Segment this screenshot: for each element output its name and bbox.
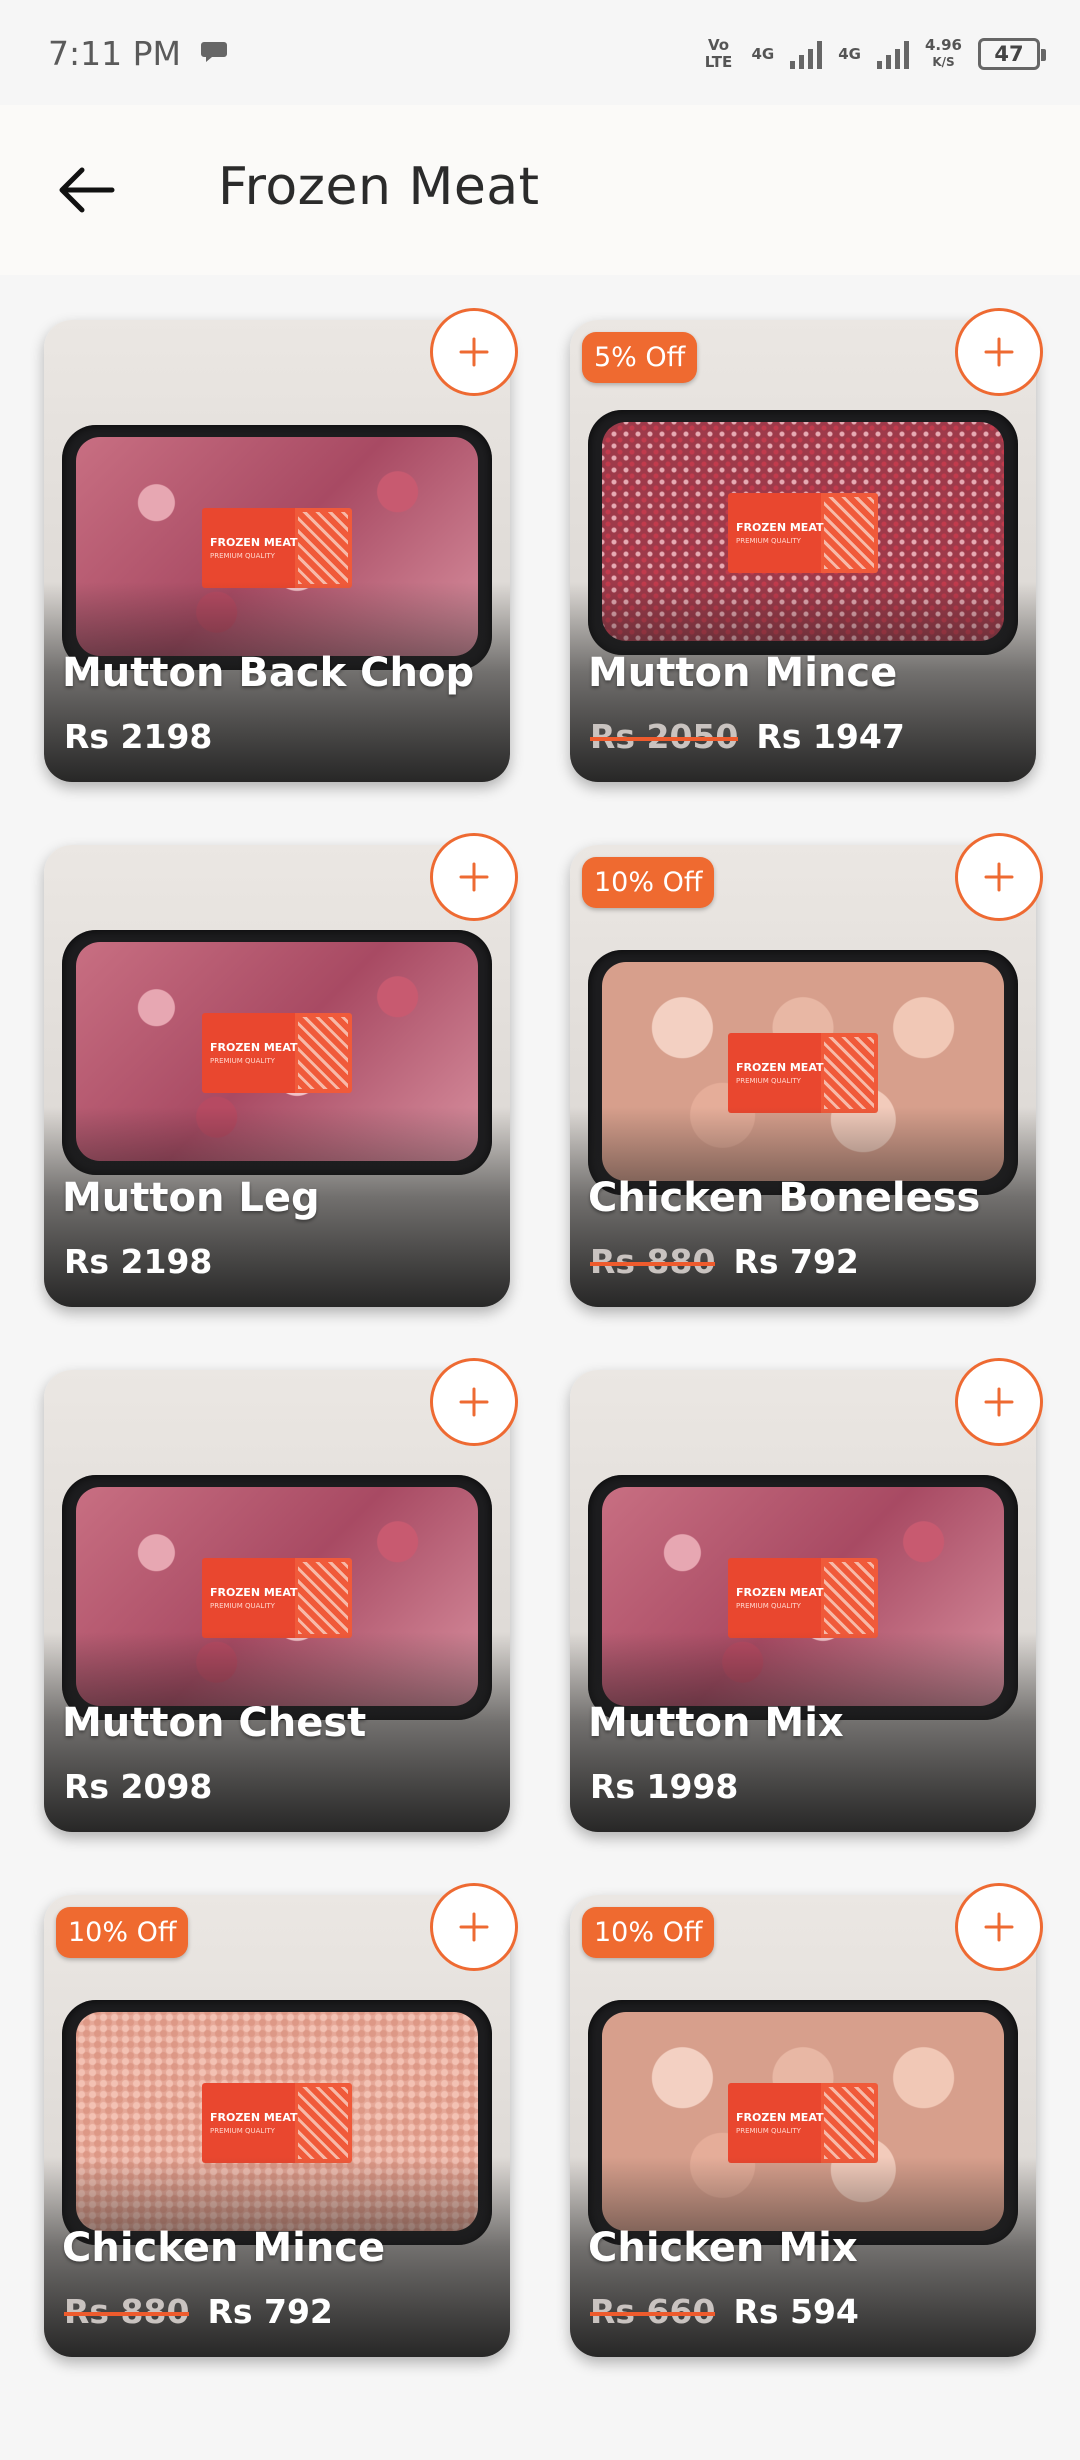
plus-icon — [984, 337, 1014, 367]
plus-icon — [459, 1912, 489, 1942]
add-to-cart-button[interactable] — [430, 833, 518, 921]
battery-icon: 47 — [978, 38, 1046, 70]
discount-badge: 5% Off — [582, 332, 698, 383]
product-name: Chicken Mix — [588, 2225, 858, 2271]
product-name: Mutton Mix — [588, 1700, 844, 1746]
app-bar: Frozen Meat — [0, 105, 1080, 275]
price-row: Rs 660 Rs 594 — [590, 2292, 859, 2331]
plus-icon — [984, 862, 1014, 892]
plus-icon — [459, 337, 489, 367]
add-to-cart-button[interactable] — [955, 1358, 1043, 1446]
network-speed: 4.96 K/S — [925, 37, 962, 71]
price-row: Rs 2098 — [64, 1767, 212, 1806]
back-arrow-icon[interactable] — [50, 160, 120, 220]
status-icons: Vo LTE 4G 4G 4.96 K/S 47 — [701, 30, 1046, 78]
product-card[interactable]: FROZEN MEAT PREMIUM QUALITY Mutton Leg Rs… — [44, 845, 510, 1307]
product-card[interactable]: FROZEN MEAT PREMIUM QUALITY Mutton Chest … — [44, 1370, 510, 1832]
product-name: Mutton Leg — [62, 1175, 320, 1221]
price-row: Rs 2198 — [64, 717, 212, 756]
product-card[interactable]: FROZEN MEAT PREMIUM QUALITY Mutton Mix Rs… — [570, 1370, 1036, 1832]
add-to-cart-button[interactable] — [430, 1883, 518, 1971]
original-price: Rs 660 — [590, 2292, 716, 2331]
price-row: Rs 2198 — [64, 1242, 212, 1281]
price-row: Rs 880 Rs 792 — [64, 2292, 333, 2331]
add-to-cart-button[interactable] — [430, 1358, 518, 1446]
status-bar: 7:11 PM Vo LTE 4G 4G 4.96 K/S 47 — [0, 0, 1080, 105]
product-name: Chicken Boneless — [588, 1175, 981, 1221]
product-card[interactable]: FROZEN MEAT PREMIUM QUALITY 10% Off Chick… — [570, 1895, 1036, 2357]
add-to-cart-button[interactable] — [955, 833, 1043, 921]
plus-icon — [459, 1387, 489, 1417]
product-price: Rs 1947 — [756, 717, 905, 756]
product-name: Mutton Back Chop — [62, 650, 475, 696]
product-price: Rs 2198 — [64, 717, 213, 756]
discount-badge: 10% Off — [56, 1907, 189, 1958]
price-row: Rs 2050 Rs 1947 — [590, 717, 905, 756]
page-title: Frozen Meat — [218, 157, 540, 217]
original-price: Rs 880 — [64, 2292, 190, 2331]
product-card[interactable]: FROZEN MEAT PREMIUM QUALITY 5% Off Mutton… — [570, 320, 1036, 782]
status-time: 7:11 PM — [48, 34, 181, 73]
product-name: Chicken Mince — [62, 2225, 386, 2271]
plus-icon — [459, 862, 489, 892]
original-price: Rs 2050 — [590, 717, 739, 756]
add-to-cart-button[interactable] — [955, 308, 1043, 396]
product-price: Rs 594 — [733, 2292, 859, 2331]
original-price: Rs 880 — [590, 1242, 716, 1281]
chat-icon — [201, 42, 227, 62]
discount-badge: 10% Off — [582, 1907, 715, 1958]
price-row: Rs 1998 — [590, 1767, 738, 1806]
product-price: Rs 792 — [733, 1242, 859, 1281]
speed-unit: K/S — [932, 55, 955, 69]
product-price: Rs 2098 — [64, 1767, 213, 1806]
plus-icon — [984, 1912, 1014, 1942]
speed-value: 4.96 — [924, 36, 962, 54]
product-card[interactable]: FROZEN MEAT PREMIUM QUALITY 10% Off Chick… — [44, 1895, 510, 2357]
product-card[interactable]: FROZEN MEAT PREMIUM QUALITY Mutton Back C… — [44, 320, 510, 782]
add-to-cart-button[interactable] — [955, 1883, 1043, 1971]
battery-level: 47 — [994, 42, 1024, 66]
product-card[interactable]: FROZEN MEAT PREMIUM QUALITY 10% Off Chick… — [570, 845, 1036, 1307]
discount-badge: 10% Off — [582, 857, 715, 908]
signal-icon-2 — [876, 39, 909, 69]
product-price: Rs 1998 — [590, 1767, 739, 1806]
volte-indicator: Vo LTE — [704, 36, 733, 71]
add-to-cart-button[interactable] — [430, 308, 518, 396]
product-name: Mutton Mince — [588, 650, 898, 696]
price-row: Rs 880 Rs 792 — [590, 1242, 859, 1281]
network-type-1: 4G — [751, 44, 775, 63]
signal-icon — [790, 39, 823, 69]
product-name: Mutton Chest — [62, 1700, 367, 1746]
product-price: Rs 792 — [207, 2292, 333, 2331]
plus-icon — [984, 1387, 1014, 1417]
network-type-2: 4G — [838, 44, 861, 63]
product-price: Rs 2198 — [64, 1242, 213, 1281]
